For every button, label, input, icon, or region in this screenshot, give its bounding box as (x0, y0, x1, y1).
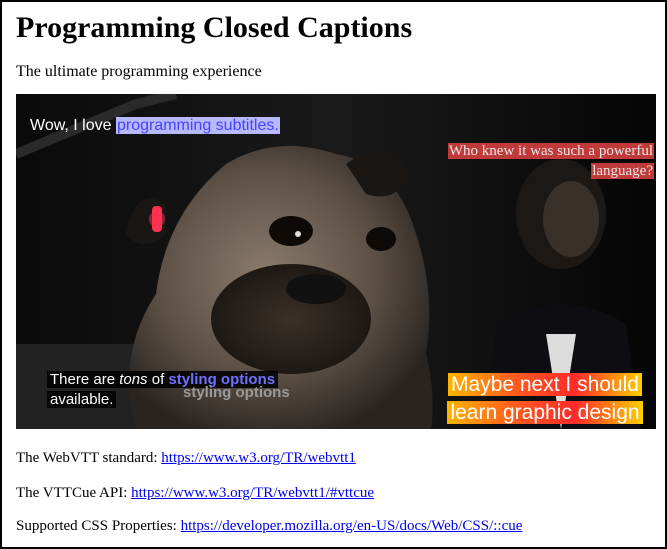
caption-cue-2: Who knew it was such a powerful language… (398, 141, 654, 181)
link-row-webvtt: The WebVTT standard: https://www.w3.org/… (16, 448, 356, 468)
caption-text: Wow, I love (30, 117, 116, 134)
caption-text: of (147, 371, 169, 388)
caption-shadow-text: styling options (183, 384, 290, 401)
caption-line-2: available. (47, 391, 117, 408)
caption-line-2: language? (591, 163, 654, 179)
video-player[interactable]: Wow, I love programming subtitles. Who k… (16, 94, 656, 429)
link-label: The VTTCue API: (16, 485, 132, 501)
caption-cue-1: Wow, I love programming subtitles. (28, 116, 282, 137)
link-row-css: Supported CSS Properties: https://develo… (16, 516, 522, 536)
caption-cue-4: Maybe next I should learn graphic design (434, 371, 656, 427)
link-row-vttcue: The VTTCue API: https://www.w3.org/TR/we… (16, 483, 374, 503)
caption-italic: tons (119, 371, 148, 388)
vttcue-api-link[interactable]: https://www.w3.org/TR/webvtt1/#vttcue (131, 485, 374, 501)
page-frame: Programming Closed Captions The ultimate… (0, 0, 667, 549)
link-label: The WebVTT standard: (16, 450, 162, 466)
caption-highlight: programming subtitles. (115, 117, 280, 134)
link-label: Supported CSS Properties: (16, 518, 181, 534)
caption-cue-3: There are tons of styling options availa… (47, 370, 290, 410)
caption-line-1: Who knew it was such a powerful (447, 143, 654, 159)
webvtt-standard-link[interactable]: https://www.w3.org/TR/webvtt1 (161, 450, 356, 466)
caption-text: There are (50, 371, 120, 388)
page-subtitle: The ultimate programming experience (16, 63, 262, 80)
caption-line-1: Maybe next I should (448, 373, 642, 396)
css-properties-link[interactable]: https://developer.mozilla.org/en-US/docs… (181, 518, 523, 534)
page-title: Programming Closed Captions (16, 11, 413, 44)
caption-line-2: learn graphic design (447, 401, 643, 424)
